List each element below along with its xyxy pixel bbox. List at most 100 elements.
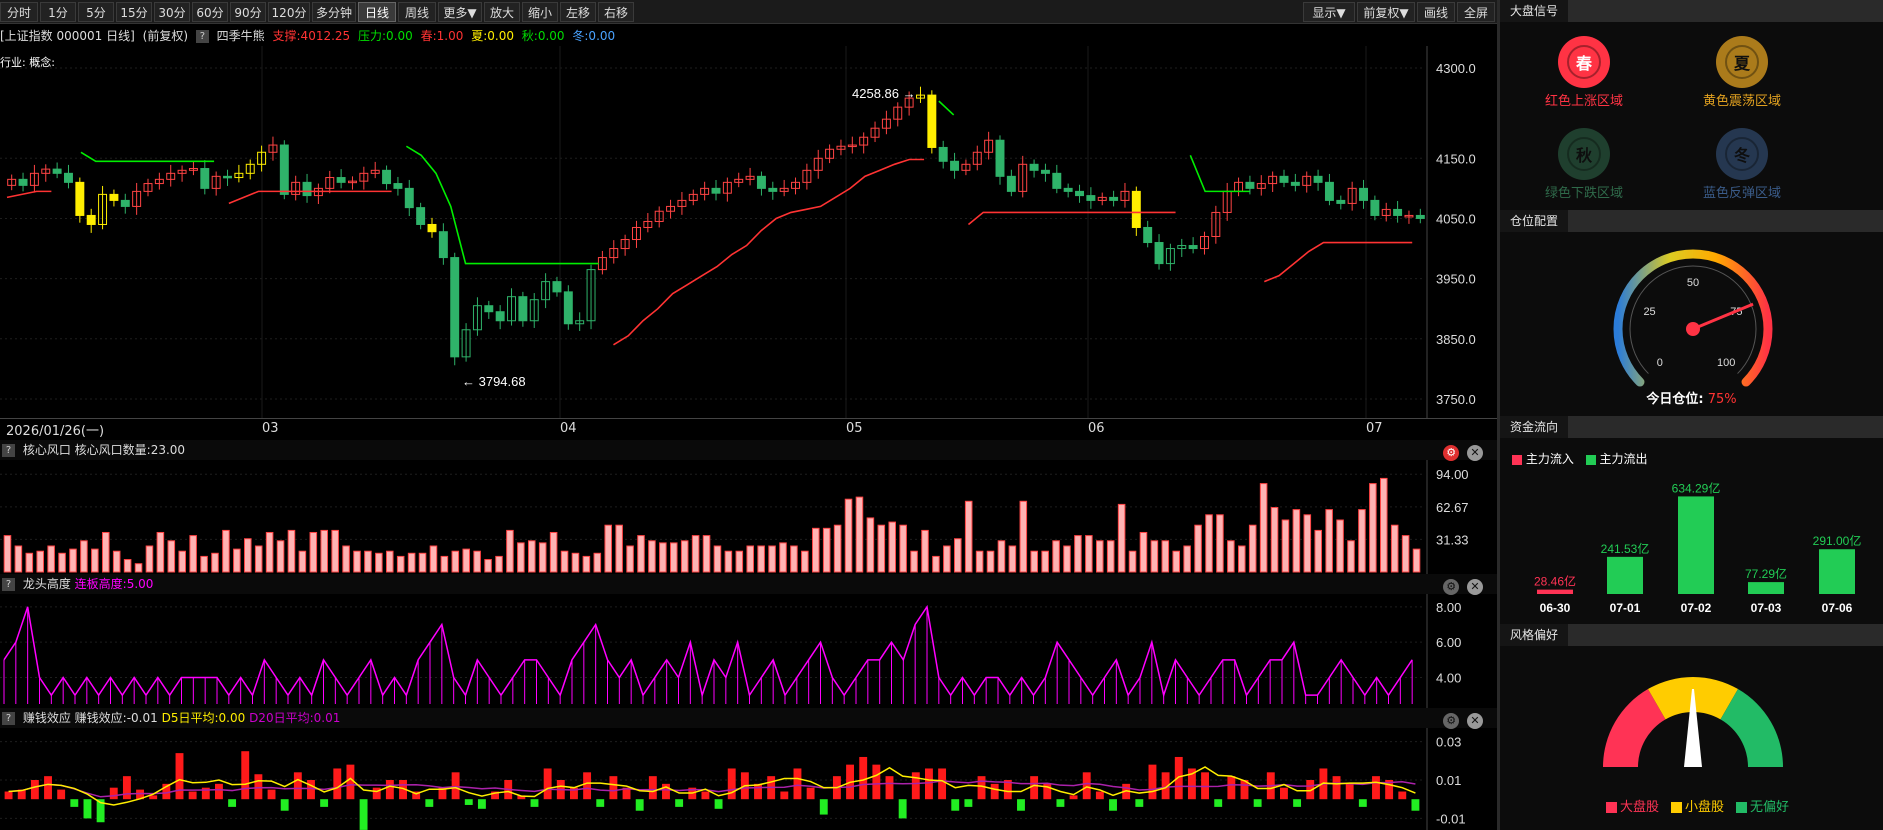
panel3-d20: D20日平均:0.01 [249,711,341,725]
theme-bar [593,552,602,573]
indicator-name[interactable]: 四季牛熊 [217,29,265,43]
candle-body [393,183,403,189]
theme-bar [440,555,449,573]
settings-gear-icon[interactable]: ⚙ [1443,579,1460,595]
toolbar-option-button[interactable]: 前复权▼ [1357,2,1415,22]
theme-bar [1390,524,1399,573]
period-button[interactable]: 30分 [154,2,190,22]
toolbar-option-button[interactable]: 显示▼ [1303,2,1355,22]
toolbar-option-button[interactable]: 全屏 [1457,2,1495,22]
position-title: 仓位配置 [1500,210,1569,232]
theme-bar [659,542,667,573]
profit-bar [70,799,79,807]
profit-bar [530,799,539,807]
period-button[interactable]: 更多▼ [438,2,482,22]
theme-bar [418,552,427,573]
period-button[interactable]: 放大 [484,2,520,22]
theme-bar [855,496,864,573]
profit-bar [1017,799,1025,811]
core-theme-bar-chart[interactable]: 94.00 62.67 31.33 [0,460,1497,574]
theme-bar [342,545,350,573]
theme-bar [101,531,110,573]
theme-bar [571,552,580,573]
period-button[interactable]: 缩小 [522,2,558,22]
period-button[interactable]: 周线 [398,2,436,22]
profit-bar [109,787,118,800]
period-button[interactable]: 15分 [116,2,152,22]
outflow-swatch [1585,454,1596,465]
security-name[interactable]: [上证指数 000001 日线] [0,29,135,43]
profit-effect-bar-chart[interactable]: 0.03 0.01 -0.01 [0,728,1497,830]
trend-line [405,145,599,265]
profit-bar [1069,795,1078,800]
candlestick-chart[interactable]: 4300.0 4150.0 4050.0 3950.0 3850.0 3750.0 4258… [0,46,1497,418]
theme-bar [331,529,339,573]
profit-bar [714,799,723,809]
close-icon[interactable]: ✕ [1467,445,1483,461]
settings-gear-icon[interactable]: ⚙ [1443,445,1460,461]
profit-bar [83,799,92,819]
candle-body [1040,169,1050,174]
theme-bar [407,552,416,573]
help-icon[interactable]: ? [2,444,15,457]
leader-height-line [3,604,1413,698]
profit-bar [1358,799,1367,807]
period-button[interactable]: 右移 [598,2,634,22]
theme-bar [626,545,634,573]
close-icon[interactable]: ✕ [1467,579,1483,595]
theme-bar [1369,483,1377,573]
help-icon[interactable]: ? [2,712,15,725]
toolbar-option-button[interactable]: 画线 [1417,2,1455,22]
candle-body [302,181,312,197]
candle-body [995,139,1005,177]
profit-bar [977,776,986,800]
theme-bar [811,527,820,573]
adjust-mode: (前复权) [142,29,189,43]
leader-height-line-chart[interactable]: 8.00 6.00 4.00 [0,594,1497,708]
y-tick-label: 0.01 [1436,773,1461,788]
panel1-header: ? 核心风口 核心风口数量:23.00 ⚙ ✕ [0,440,1497,461]
profit-bar [964,799,973,807]
theme-bar [1347,540,1355,573]
profit-bar [1280,787,1288,800]
trend-line [1189,154,1250,193]
theme-bar [517,542,525,573]
period-button[interactable]: 1分 [40,2,76,22]
theme-bar [243,538,252,573]
close-icon[interactable]: ✕ [1467,713,1483,729]
season-badge-icon: 春 [1558,36,1610,88]
theme-bar [932,555,940,573]
candle-body [18,178,28,186]
style-legend-label: 无偏好 [1750,800,1790,815]
style-preference-gauge [1603,677,1783,767]
theme-bar [746,545,755,573]
flow-bar [1819,549,1855,594]
candle-body [1086,195,1096,201]
season-badge-icon: 冬 [1716,128,1768,180]
theme-bar [495,555,503,573]
theme-bar [1227,540,1235,573]
period-button[interactable]: 60分 [192,2,228,22]
style-legend-swatch [1605,802,1617,813]
profit-bar [675,799,684,807]
settings-gear-icon[interactable]: ⚙ [1443,713,1460,729]
period-button[interactable]: 日线 [358,2,396,22]
period-button[interactable]: 分时 [0,2,38,22]
flow-date-label: 07-02 [1681,601,1712,615]
chart-area[interactable]: 行业: 概念: 4300.0 4150.0 4050.0 3950.0 3850.0 37… [0,46,1497,830]
period-button[interactable]: 多分钟 [312,2,356,22]
candle-body [416,207,426,225]
trend-line [6,190,52,199]
profit-bar [477,799,486,809]
candle-body [552,281,562,293]
help-icon[interactable]: ? [195,30,209,43]
period-button[interactable]: 左移 [560,2,596,22]
help-icon[interactable]: ? [2,578,15,591]
pressure-value: 压力:0.00 [358,29,413,43]
period-button[interactable]: 120分 [268,2,310,22]
profit-bar [780,791,789,800]
style-pref-title: 风格偏好 [1500,624,1569,646]
profit-bar [543,768,552,800]
period-button[interactable]: 5分 [78,2,114,22]
period-button[interactable]: 90分 [230,2,266,22]
